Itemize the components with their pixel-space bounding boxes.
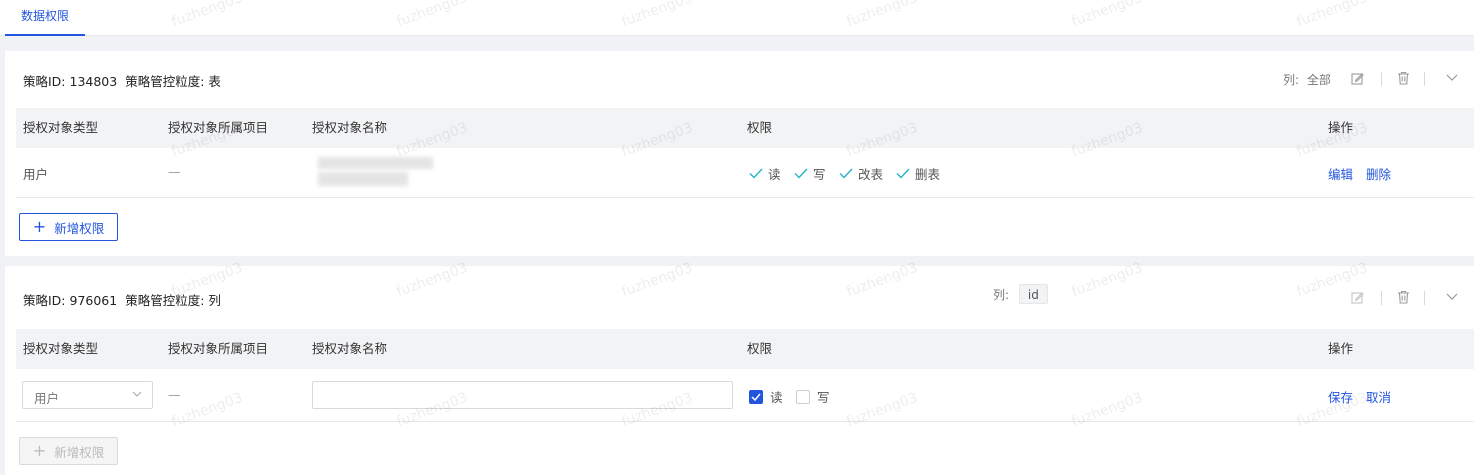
header-permission: 权限 (747, 341, 773, 356)
edit-link[interactable]: 编辑 (1328, 164, 1353, 183)
chevron-down-icon[interactable] (1444, 289, 1460, 305)
plus-icon: + (32, 441, 47, 460)
check-icon (896, 168, 910, 179)
policy-card-2: 策略ID: 976061 策略管控粒度: 列 列: id 授权对象类型 授权对象所… (5, 266, 1474, 475)
tab-data-permission[interactable]: 数据权限 (5, 0, 85, 36)
header-permission: 权限 (747, 120, 773, 135)
policy-title: 策略ID: 134803 策略管控粒度: 表 (23, 71, 221, 90)
divider (1381, 291, 1382, 305)
header-object-name: 授权对象名称 (312, 120, 388, 135)
permission-write: 写 (794, 164, 826, 183)
tab-bar: 数据权限 (0, 0, 1474, 36)
edit-icon[interactable] (1349, 289, 1365, 305)
policy-header: 策略ID: 134803 策略管控粒度: 表 列: 全部 (5, 51, 1474, 107)
column-tag: id (1018, 284, 1048, 304)
columns-info: 列: 全部 (1283, 71, 1331, 88)
permission-drop: 删表 (896, 164, 940, 183)
columns-label: 列: (1283, 73, 1300, 87)
add-permission-button[interactable]: + 新增权限 (19, 213, 118, 241)
columns-label: 列: (993, 288, 1010, 302)
object-name-input[interactable] (312, 381, 733, 409)
header-actions: 操作 (1328, 120, 1354, 135)
policy-granularity: 策略管控粒度: 表 (125, 74, 221, 89)
policy-header: 策略ID: 976061 策略管控粒度: 列 列: id (5, 266, 1474, 322)
object-project: — (168, 164, 181, 179)
table-row: 用户 — 读 写 改表 删表 编辑 删除 (16, 148, 1474, 198)
check-icon (794, 168, 808, 179)
policy-id: 策略ID: 134803 (23, 74, 118, 89)
table-row: 用户 — 读 写 保存 取消 (16, 369, 1474, 422)
checkbox-read[interactable]: 读 (749, 387, 783, 406)
header-actions: 操作 (1328, 341, 1354, 356)
object-type: 用户 (23, 167, 49, 182)
object-type-select[interactable]: 用户 (22, 381, 153, 409)
object-project: — (168, 387, 181, 402)
table-header: 授权对象类型 授权对象所属项目 授权对象名称 权限 操作 (16, 108, 1474, 148)
policy-id: 策略ID: 976061 (23, 293, 118, 308)
save-link[interactable]: 保存 (1328, 387, 1353, 406)
check-icon (839, 168, 853, 179)
chevron-down-icon (132, 391, 142, 397)
table-header: 授权对象类型 授权对象所属项目 授权对象名称 权限 操作 (16, 329, 1474, 369)
policy-card-1: 策略ID: 134803 策略管控粒度: 表 列: 全部 授权对象类型 授权对象所… (5, 51, 1474, 256)
columns-info: 列: id (993, 284, 1048, 304)
delete-icon[interactable] (1395, 289, 1411, 305)
chevron-down-icon[interactable] (1444, 70, 1460, 86)
checkbox-checked-icon (749, 389, 763, 404)
plus-icon: + (32, 217, 47, 236)
check-icon (749, 168, 763, 179)
header-object-type: 授权对象类型 (23, 341, 99, 356)
delete-icon[interactable] (1395, 70, 1411, 86)
header-object-project: 授权对象所属项目 (168, 341, 269, 356)
header-object-name: 授权对象名称 (312, 341, 388, 356)
divider (1424, 72, 1425, 86)
divider (1381, 72, 1382, 86)
header-object-project: 授权对象所属项目 (168, 120, 269, 135)
edit-icon[interactable] (1349, 70, 1365, 86)
checkbox-write[interactable]: 写 (796, 387, 830, 406)
divider (1424, 291, 1425, 305)
add-permission-button[interactable]: + 新增权限 (19, 437, 118, 465)
permission-read: 读 (749, 164, 781, 183)
columns-value: 全部 (1306, 73, 1331, 87)
policy-title: 策略ID: 976061 策略管控粒度: 列 (23, 290, 221, 309)
policy-granularity: 策略管控粒度: 列 (125, 293, 221, 308)
cancel-link[interactable]: 取消 (1366, 387, 1391, 406)
delete-link[interactable]: 删除 (1366, 164, 1391, 183)
header-object-type: 授权对象类型 (23, 120, 99, 135)
permission-alter: 改表 (839, 164, 883, 183)
checkbox-unchecked-icon (796, 389, 810, 404)
